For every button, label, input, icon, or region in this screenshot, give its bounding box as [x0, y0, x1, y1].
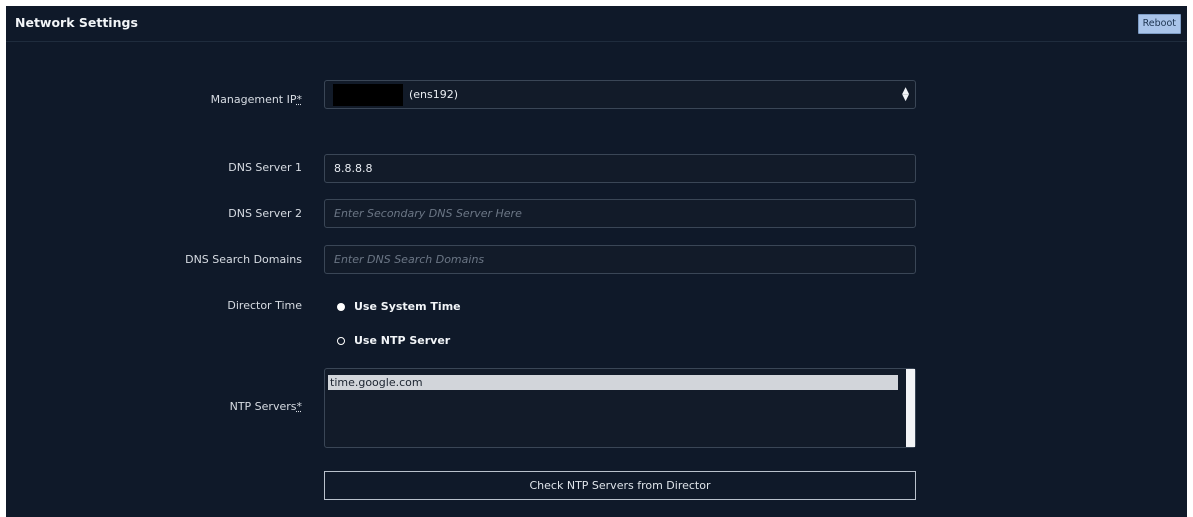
- radio-selected-icon: [337, 302, 345, 311]
- ntp-servers-list[interactable]: time.google.com: [324, 368, 916, 448]
- required-marker: *: [296, 93, 303, 106]
- dns-server-2-placeholder: Enter Secondary DNS Server Here: [334, 207, 522, 220]
- ntp-servers-label: NTP Servers*: [6, 400, 302, 413]
- dns-search-domains-placeholder: Enter DNS Search Domains: [334, 253, 485, 266]
- radio-use-system-time-label: Use System Time: [354, 300, 461, 313]
- director-time-label: Director Time: [227, 299, 302, 312]
- dns-server-1-label: DNS Server 1: [228, 161, 302, 174]
- ntp-server-entry[interactable]: time.google.com: [328, 375, 898, 390]
- dns-server-2-input[interactable]: Enter Secondary DNS Server Here: [324, 199, 916, 228]
- redacted-ip-block: [333, 84, 403, 106]
- dns-search-domains-input[interactable]: Enter DNS Search Domains: [324, 245, 916, 274]
- network-settings-panel: Network Settings Reboot Management IP* (…: [6, 6, 1187, 517]
- ntp-servers-label-text: NTP Servers: [229, 400, 297, 413]
- management-ip-label: Management IP*: [6, 93, 302, 106]
- dns-search-domains-label: DNS Search Domains: [185, 253, 302, 266]
- required-marker: *: [296, 400, 303, 413]
- radio-use-system-time[interactable]: Use System Time: [337, 300, 461, 313]
- up-down-arrows-icon: ▲ ▼: [902, 86, 909, 103]
- dns-server-1-input[interactable]: 8.8.8.8: [324, 154, 916, 183]
- reboot-button[interactable]: Reboot: [1137, 14, 1181, 34]
- panel-header: Network Settings Reboot: [6, 6, 1187, 42]
- management-ip-select[interactable]: (ens192) ▲ ▼: [324, 80, 916, 109]
- page-title: Network Settings: [15, 15, 138, 30]
- radio-use-ntp-server[interactable]: Use NTP Server: [337, 334, 450, 347]
- management-ip-label-text: Management IP: [210, 93, 297, 106]
- check-ntp-servers-button[interactable]: Check NTP Servers from Director: [324, 471, 916, 500]
- dns-server-2-label: DNS Server 2: [228, 207, 302, 220]
- radio-use-ntp-server-label: Use NTP Server: [354, 334, 451, 347]
- radio-unselected-icon: [337, 336, 345, 345]
- interface-name: (ens192): [409, 88, 459, 101]
- ntp-list-scrollbar[interactable]: [906, 369, 915, 447]
